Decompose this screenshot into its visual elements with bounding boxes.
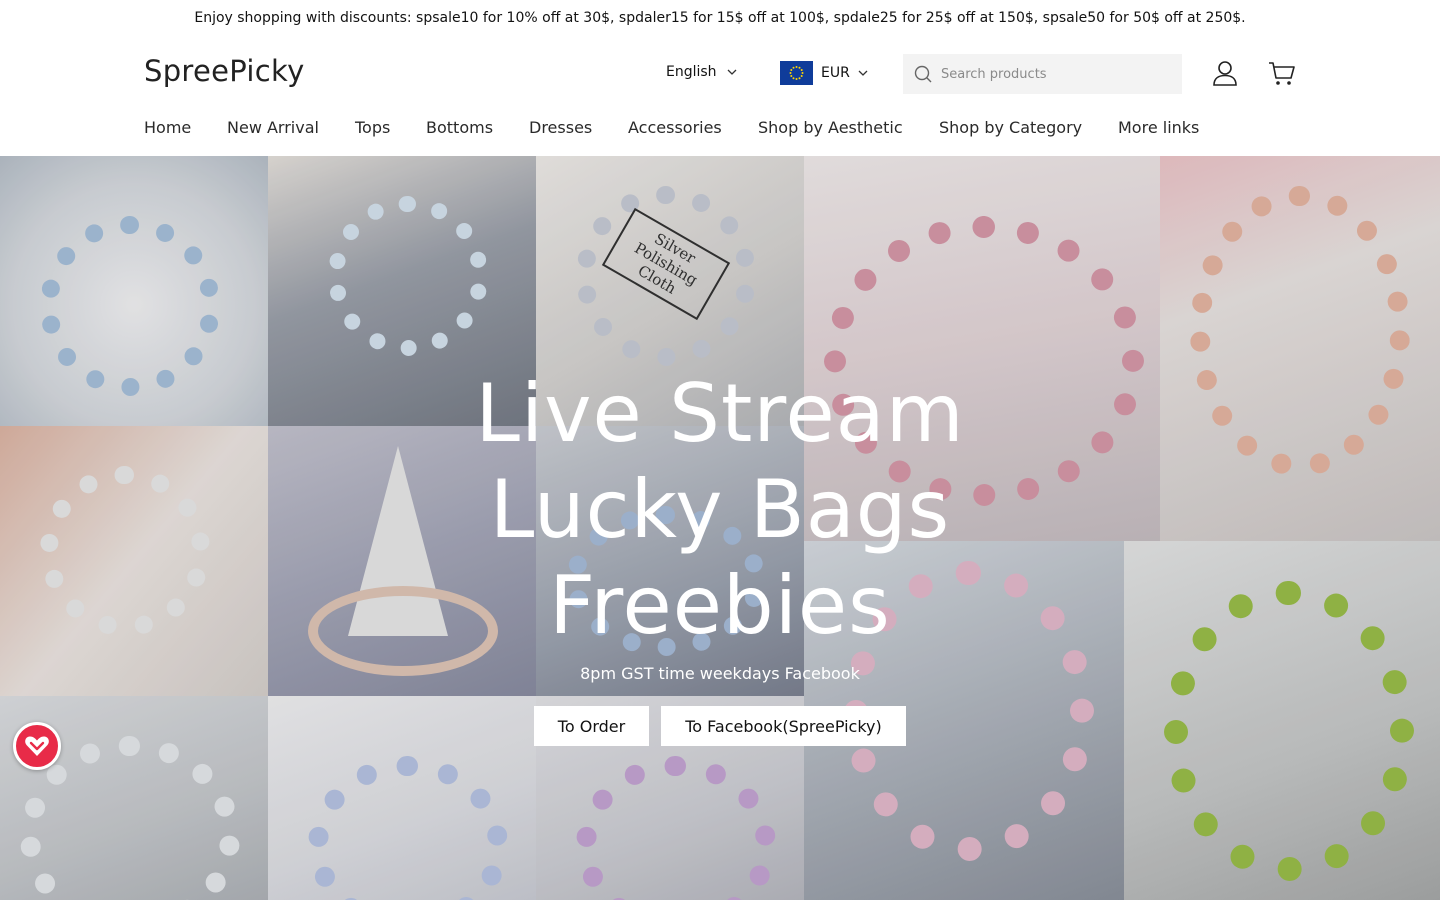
rewards-widget-button[interactable] [13,722,61,770]
search-bar[interactable] [903,54,1182,94]
hero-subtitle: 8pm GST time weekdays Facebook [580,664,860,683]
nav-item-tops[interactable]: Tops [355,118,390,137]
main-navigation: Home New Arrival Tops Bottoms Dresses Ac… [0,112,1440,156]
nav-item-home[interactable]: Home [144,118,191,137]
announcement-bar: Enjoy shopping with discounts: spsale10 … [0,0,1440,36]
nav-item-shop-by-aesthetic[interactable]: Shop by Aesthetic [758,118,903,137]
to-facebook-button[interactable]: To Facebook(SpreePicky) [661,706,906,746]
chevron-down-icon [727,69,737,75]
user-icon[interactable] [1210,58,1240,88]
site-header: SpreePicky English EUR [0,36,1440,112]
currency-selector[interactable]: EUR [780,61,868,85]
site-logo[interactable]: SpreePicky [144,54,305,88]
nav-item-dresses[interactable]: Dresses [529,118,592,137]
hero-title-line: Freebies [549,559,891,652]
currency-label: EUR [821,65,850,81]
to-order-button[interactable]: To Order [534,706,649,746]
eu-flag-icon [780,61,813,85]
language-label: English [666,64,717,80]
hero-banner: Silver Polishing Cloth Live Stream Lucky… [0,156,1440,900]
nav-item-shop-by-category[interactable]: Shop by Category [939,118,1082,137]
hero-title-line: Live Stream [475,367,965,460]
hero-title: Live Stream Lucky Bags Freebies [0,366,1440,654]
search-input[interactable] [941,66,1161,82]
rewards-heart-icon [25,736,49,756]
search-icon [914,65,932,83]
announcement-text: Enjoy shopping with discounts: spsale10 … [194,10,1246,26]
nav-item-accessories[interactable]: Accessories [628,118,722,137]
hero-title-line: Lucky Bags [489,463,951,556]
nav-item-more-links[interactable]: More links [1118,118,1199,137]
nav-item-new-arrival[interactable]: New Arrival [227,118,319,137]
cart-icon[interactable] [1267,58,1297,88]
chevron-down-icon [858,70,868,76]
nav-item-bottoms[interactable]: Bottoms [426,118,493,137]
language-selector[interactable]: English [666,64,737,80]
